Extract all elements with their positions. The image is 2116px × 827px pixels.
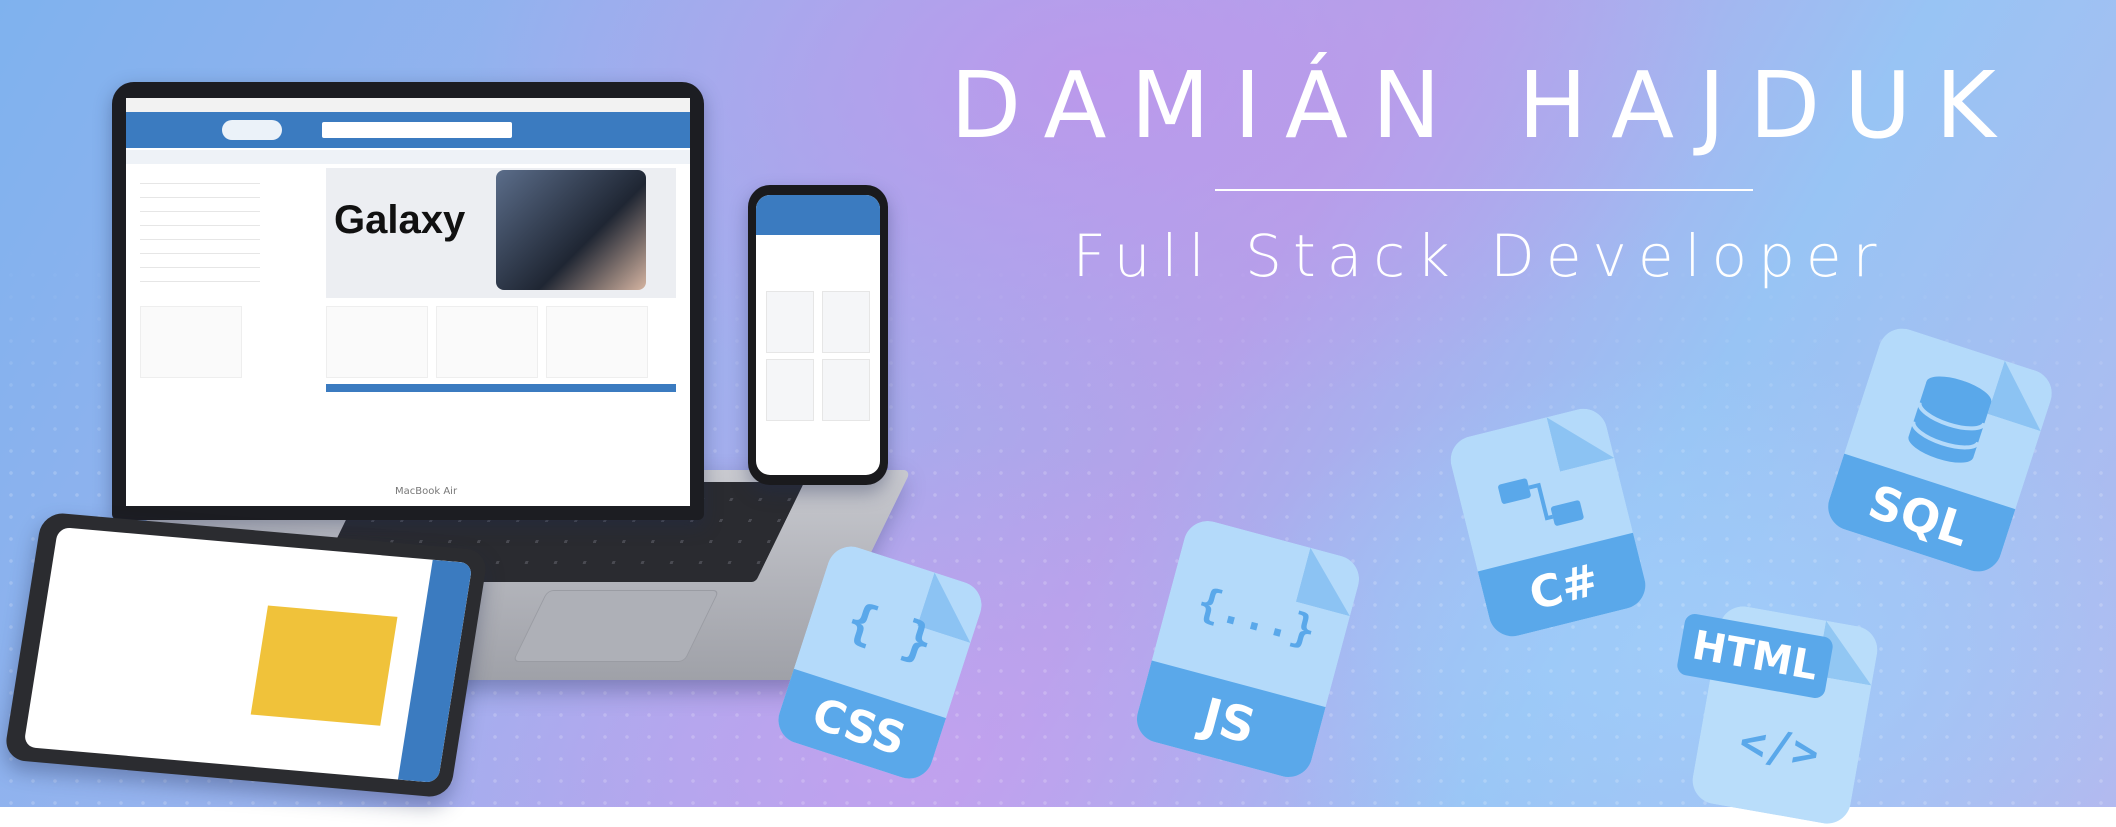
site-nav-strip (326, 384, 676, 392)
laptop-model-label: MacBook Air (395, 486, 458, 497)
phone-screen (756, 195, 880, 475)
site-search-input (322, 122, 512, 138)
menu-row (140, 226, 260, 240)
site-category-menu (140, 170, 260, 310)
category-tile (766, 291, 814, 353)
laptop-screen: Galaxy (126, 98, 690, 506)
menu-row (140, 254, 260, 268)
tablet-sale-banner (250, 605, 398, 726)
author-role: Full Stack Developer (1072, 222, 1888, 290)
site-banner-phones-image (496, 170, 646, 290)
product-card (546, 306, 648, 378)
site-product-row (140, 306, 676, 378)
site-benefits-bar (126, 150, 690, 164)
product-card (326, 306, 428, 378)
phone-site-header (756, 195, 880, 235)
phone-category-grid (766, 291, 870, 471)
category-tile (766, 359, 814, 421)
menu-row (140, 268, 260, 282)
site-banner-title: Galaxy (334, 198, 466, 242)
laptop-trackpad (512, 590, 720, 662)
menu-row (140, 198, 260, 212)
site-topbar (126, 98, 690, 112)
menu-row (140, 212, 260, 226)
category-tile (822, 291, 870, 353)
menu-row (140, 240, 260, 254)
tablet-screen (23, 526, 473, 784)
author-name: DAMIÁN HAJDUK (950, 52, 2020, 159)
product-card (436, 306, 538, 378)
menu-row (140, 184, 260, 198)
menu-row (140, 170, 260, 184)
product-card (140, 306, 242, 378)
site-logo (222, 120, 282, 140)
category-tile (822, 359, 870, 421)
title-divider (1215, 189, 1753, 191)
